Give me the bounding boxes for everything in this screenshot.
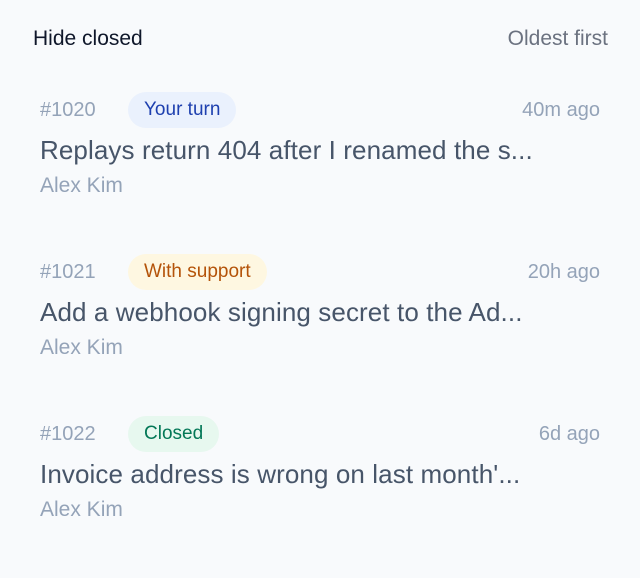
ticket-timestamp: 6d ago [538,423,600,445]
ticket-timestamp: 40m ago [522,99,600,121]
hide-closed-toggle[interactable]: Hide closed [33,27,143,51]
ticket-id: #1021 [40,261,96,283]
ticket-id: #1022 [40,423,96,445]
sort-order-button[interactable]: Oldest first [508,27,608,51]
ticket-item[interactable]: #1020 Your turn 40m ago Replays return 4… [0,92,640,254]
ticket-author: Alex Kim [40,336,123,359]
ticket-subject: Add a webhook signing secret to the Ad..… [40,297,523,327]
status-badge: Closed [128,416,220,452]
status-badge: Your turn [128,92,237,128]
ticket-author: Alex Kim [40,174,123,197]
ticket-list-toolbar: Hide closed Oldest first [0,0,640,80]
ticket-id: #1020 [40,99,96,121]
ticket-author: Alex Kim [40,498,123,521]
ticket-timestamp: 20h ago [527,261,600,283]
status-badge: With support [128,254,267,290]
ticket-item[interactable]: #1021 With support 20h ago Add a webhook… [0,254,640,416]
ticket-subject: Replays return 404 after I renamed the s… [40,135,533,165]
ticket-subject: Invoice address is wrong on last month'.… [40,459,521,489]
